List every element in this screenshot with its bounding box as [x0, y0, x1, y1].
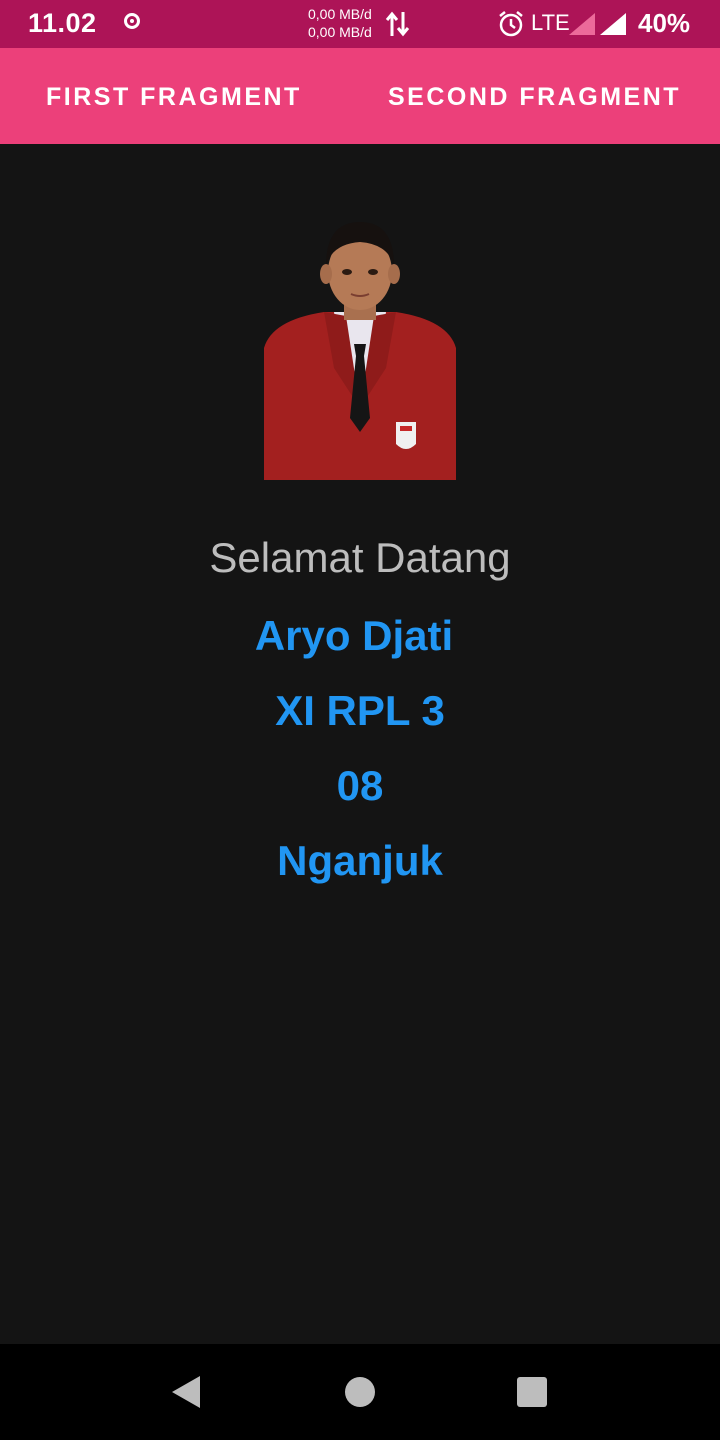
profile-photo [264, 208, 456, 480]
status-time: 11.02 [28, 8, 97, 38]
network-speed: 0,00 MB/d 0,00 MB/d [308, 5, 372, 41]
network-up-speed: 0,00 MB/d [308, 6, 372, 22]
student-portrait [264, 208, 456, 480]
tab-first-fragment[interactable]: FIRST FRAGMENT [46, 48, 302, 144]
student-class: XI RPL 3 [275, 687, 445, 734]
student-city: Nganjuk [277, 837, 443, 884]
tab-second-fragment[interactable]: SECOND FRAGMENT [388, 48, 681, 144]
network-type: LTE [531, 10, 570, 35]
network-down-speed: 0,00 MB/d [308, 24, 372, 40]
student-name: Aryo Djati [254, 612, 454, 659]
recents-icon[interactable] [517, 1377, 547, 1407]
student-number: 08 [336, 762, 384, 809]
signal-icon [569, 13, 595, 35]
battery-level: 40% [638, 8, 691, 38]
app-screen: 11.02 0,00 MB/d 0,00 MB/d LTE 40% FIRST … [0, 0, 720, 1440]
signal-icon [600, 13, 626, 35]
tab-bar: FIRST FRAGMENT SECOND FRAGMENT [0, 48, 720, 144]
home-icon[interactable] [345, 1377, 375, 1407]
record-icon [124, 13, 140, 29]
status-bar: 11.02 0,00 MB/d 0,00 MB/d LTE 40% [0, 0, 720, 48]
navigation-bar [0, 1344, 720, 1440]
back-icon[interactable] [172, 1376, 202, 1408]
alarm-icon [499, 11, 523, 37]
data-transfer-icon [385, 11, 410, 37]
welcome-text: Selamat Datang [209, 534, 511, 581]
